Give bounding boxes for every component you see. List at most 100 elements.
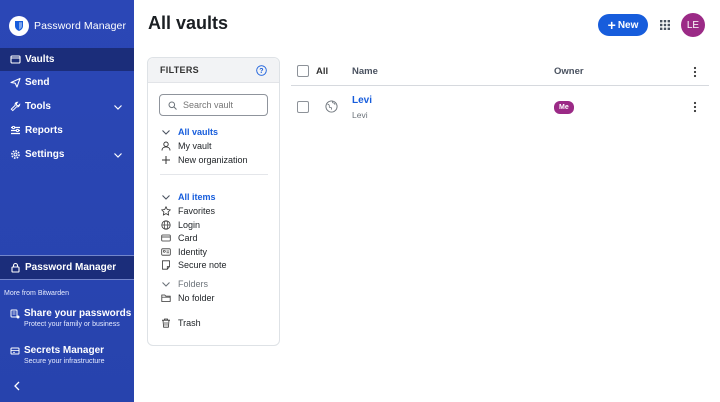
- filter-label: All vaults: [178, 126, 219, 137]
- sidebar-item-settings[interactable]: Settings: [0, 143, 134, 166]
- more-from-label: More from Bitwarden: [4, 290, 69, 297]
- send-icon: [10, 77, 21, 88]
- sidebar-item-tools[interactable]: Tools: [0, 95, 134, 118]
- wrench-icon: [10, 101, 21, 112]
- sidebar-item-reports[interactable]: Reports: [0, 119, 134, 142]
- filter-label: No folder: [178, 292, 215, 303]
- row-checkbox[interactable]: [297, 101, 309, 113]
- brand-name: Password Manager: [34, 20, 127, 32]
- filter-label: Card: [178, 232, 198, 243]
- sidebar: Password Manager Vaults Send Tools Repor…: [0, 0, 134, 402]
- filter-label: All items: [178, 191, 216, 202]
- product-subtitle: Protect your family or business: [24, 321, 120, 328]
- chevron-down-icon: [160, 278, 171, 289]
- filters-divider: [160, 174, 268, 175]
- filter-label: My vault: [178, 140, 212, 151]
- filter-identity[interactable]: Identity: [160, 245, 207, 258]
- brand[interactable]: Password Manager: [9, 14, 126, 38]
- filter-no-folder[interactable]: No folder: [160, 291, 215, 304]
- vault-icon: [10, 54, 21, 65]
- product-secrets-manager[interactable]: Secrets Manager Secure your infrastructu…: [10, 345, 134, 365]
- new-button[interactable]: + New: [598, 14, 648, 36]
- filter-trash[interactable]: Trash: [160, 316, 201, 329]
- avatar[interactable]: LE: [681, 13, 705, 37]
- product-share-passwords[interactable]: Share your passwords Protect your family…: [10, 308, 134, 328]
- reports-icon: [10, 125, 21, 136]
- filter-label: New organization: [178, 154, 248, 165]
- chevron-down-icon: [114, 153, 122, 158]
- filter-label: Folders: [178, 278, 209, 289]
- search-icon: [168, 101, 177, 110]
- chevron-down-icon: [160, 191, 171, 202]
- product-switcher-password-manager[interactable]: Password Manager: [0, 256, 134, 279]
- trash-icon: [160, 317, 171, 328]
- filter-all-vaults[interactable]: All vaults: [160, 125, 218, 138]
- filters-title: FILTERS: [160, 65, 199, 75]
- filter-all-items[interactable]: All items: [160, 190, 216, 203]
- filter-label: Secure note: [178, 259, 227, 270]
- sidebar-item-label: Settings: [25, 149, 65, 160]
- share-icon: [10, 309, 20, 318]
- product-subtitle: Secure your infrastructure: [24, 358, 105, 365]
- product-title: Share your passwords: [24, 308, 132, 319]
- new-button-label: New: [617, 19, 639, 31]
- shield-logo-icon: [9, 16, 29, 36]
- product-title-row: Share your passwords: [10, 308, 134, 319]
- filter-label: Login: [178, 219, 201, 230]
- star-icon: [160, 205, 171, 216]
- item-name-link[interactable]: Levi: [352, 95, 372, 106]
- filter-folders[interactable]: Folders: [160, 277, 208, 290]
- sidebar-divider: [0, 279, 134, 280]
- filter-label: Trash: [178, 317, 201, 328]
- card-icon: [160, 232, 171, 243]
- folder-icon: [160, 292, 171, 303]
- note-icon: [160, 259, 171, 270]
- collapse-sidebar-icon[interactable]: [12, 380, 22, 392]
- filter-card[interactable]: Card: [160, 231, 198, 244]
- column-header-all[interactable]: All: [316, 66, 328, 77]
- product-switcher-label: Password Manager: [25, 262, 117, 273]
- secrets-icon: [10, 347, 20, 354]
- sidebar-item-vaults[interactable]: Vaults: [0, 48, 134, 71]
- search-input[interactable]: [183, 100, 263, 110]
- more-options-icon[interactable]: [693, 66, 697, 78]
- product-title-row: Secrets Manager: [10, 345, 134, 356]
- vault-table-header: All Name Owner: [291, 58, 709, 86]
- plus-icon: +: [607, 17, 616, 33]
- product-title: Secrets Manager: [24, 345, 105, 356]
- sidebar-item-label: Reports: [25, 125, 63, 136]
- owner-badge: Me: [554, 101, 574, 114]
- filter-login[interactable]: Login: [160, 218, 200, 231]
- filter-favorites[interactable]: Favorites: [160, 204, 215, 217]
- select-all-checkbox[interactable]: [297, 65, 309, 77]
- help-icon[interactable]: ?: [256, 65, 267, 76]
- sidebar-item-label: Vaults: [25, 54, 55, 65]
- id-card-icon: [160, 246, 171, 257]
- column-header-owner[interactable]: Owner: [554, 66, 584, 77]
- user-icon: [160, 140, 171, 151]
- sidebar-item-label: Send: [25, 77, 50, 88]
- page-title: All vaults: [148, 13, 229, 33]
- globe-icon: [325, 100, 338, 113]
- chevron-down-icon: [114, 105, 122, 110]
- search-vault-field[interactable]: [159, 94, 268, 116]
- gear-icon: [10, 149, 21, 160]
- svg-text:?: ?: [259, 68, 264, 75]
- plus-icon: [160, 154, 171, 165]
- product-switcher-grid-icon[interactable]: [660, 20, 670, 30]
- sidebar-item-label: Tools: [25, 101, 51, 112]
- table-row[interactable]: Levi Levi Me: [291, 88, 709, 126]
- filter-label: Favorites: [178, 205, 216, 216]
- sidebar-item-send[interactable]: Send: [0, 71, 134, 94]
- filter-secure-note[interactable]: Secure note: [160, 258, 227, 271]
- globe-icon: [160, 219, 171, 230]
- lock-icon: [10, 262, 21, 273]
- row-options-icon[interactable]: [693, 101, 697, 113]
- filter-new-organization[interactable]: New organization: [160, 153, 248, 166]
- filters-header: FILTERS ?: [148, 58, 279, 83]
- filter-label: Identity: [178, 246, 208, 257]
- filter-my-vault[interactable]: My vault: [160, 139, 212, 152]
- filters-panel: FILTERS ? All vaults My vault New organi…: [147, 57, 280, 346]
- column-header-name[interactable]: Name: [352, 66, 378, 77]
- chevron-down-icon: [160, 126, 171, 137]
